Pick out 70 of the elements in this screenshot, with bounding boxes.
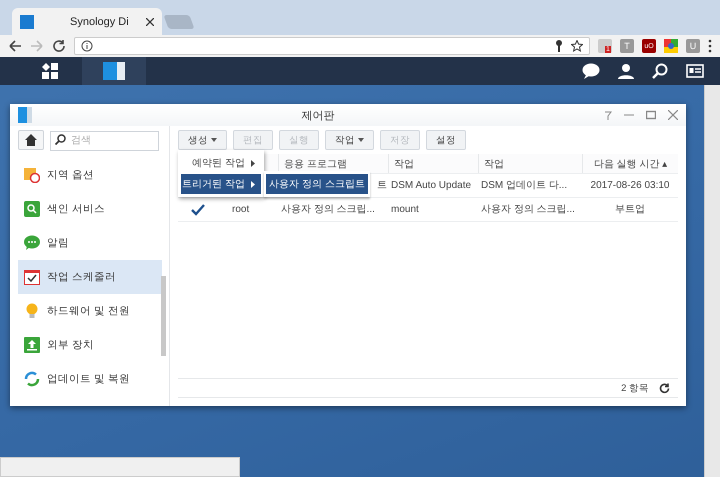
close-icon xyxy=(146,18,154,26)
submenu-arrow-icon xyxy=(251,180,255,188)
search-field[interactable]: 검색 xyxy=(50,130,159,150)
menu-item[interactable]: 사용자 정의 스크립트 xyxy=(266,174,368,194)
grid-icon xyxy=(42,63,58,79)
column-header[interactable]: 작업 xyxy=(478,154,582,173)
table-cell-text: root xyxy=(231,202,250,216)
upload-icon xyxy=(24,337,40,353)
map-clock-icon xyxy=(24,167,40,183)
extension-icon xyxy=(664,39,678,53)
sidebar-item[interactable]: 알림 xyxy=(18,226,162,260)
menu-icon xyxy=(708,39,712,53)
checkbox[interactable] xyxy=(191,202,205,216)
chat-icon xyxy=(24,235,40,251)
browser-tab[interactable]: Synology Di xyxy=(12,8,162,35)
info-icon xyxy=(81,40,93,52)
menu-item[interactable]: 트리거된 작업 xyxy=(181,174,261,194)
table-cell-text: 사용자 정의 스크립... xyxy=(280,202,376,216)
sidebar-item[interactable]: 외부 장치 xyxy=(18,328,162,362)
panel-icon xyxy=(18,107,32,123)
table-cell-text: 사용자 정의 스크립... xyxy=(480,202,576,216)
scrollbar-thumb[interactable] xyxy=(161,276,166,356)
table-cell-text: DSM 업데이트 다... xyxy=(480,178,568,192)
toolbar-button[interactable]: 작업 xyxy=(325,130,374,150)
key-icon xyxy=(555,40,563,52)
panel-icon xyxy=(103,62,125,80)
sidebar-item[interactable]: 업데이트 및 복원 xyxy=(18,362,162,396)
site-icon xyxy=(20,14,34,28)
caret-icon xyxy=(358,138,364,142)
refresh-icon xyxy=(659,382,670,394)
sidebar-item[interactable]: 색인 서비스 xyxy=(18,192,162,226)
id-card-icon xyxy=(686,64,704,78)
search-icon xyxy=(652,63,668,79)
submenu-arrow-icon xyxy=(251,160,255,166)
reload-icon xyxy=(52,39,66,53)
tab-title: Synology Di xyxy=(70,16,130,28)
calendar-check-icon xyxy=(24,269,40,285)
sidebar-item[interactable]: 작업 스케줄러 xyxy=(18,260,162,294)
control-panel-taskbar-button[interactable] xyxy=(82,57,146,85)
sidebar-item[interactable]: 하드웨어 및 전원 xyxy=(18,294,162,328)
table-cell-text: mount xyxy=(390,202,420,216)
back-icon xyxy=(8,39,22,53)
window-title: 제어판 xyxy=(300,108,336,122)
column-header[interactable]: 다음 실행 시간 ▴ xyxy=(582,154,678,173)
forward-icon xyxy=(30,39,44,53)
item-count: 2 항목 xyxy=(621,382,649,394)
home-icon xyxy=(25,134,37,146)
close-icon xyxy=(668,110,678,120)
star-icon xyxy=(571,40,583,52)
table-cell-text: 2017-08-26 03:10 xyxy=(590,178,670,192)
check-icon xyxy=(191,202,205,216)
table-cell-text: 부트업 xyxy=(614,202,646,216)
home-button[interactable] xyxy=(18,130,44,150)
toolbar-button[interactable]: 생성 xyxy=(178,130,227,150)
search-icon xyxy=(55,134,66,145)
menu-item[interactable]: 예약된 작업 xyxy=(181,153,261,173)
search-index-icon xyxy=(24,201,40,217)
sidebar-item[interactable]: 지역 옵션 xyxy=(18,158,162,192)
table-cell-text: 트 xyxy=(376,178,388,192)
scrollbar[interactable] xyxy=(704,85,720,477)
user-icon xyxy=(618,63,634,79)
table-cell-text: DSM Auto Update xyxy=(390,178,472,192)
address-field[interactable] xyxy=(74,37,590,55)
column-header[interactable]: 작업 xyxy=(388,154,478,173)
caret-icon xyxy=(211,138,217,142)
lightbulb-icon xyxy=(24,303,40,319)
sync-icon xyxy=(24,371,40,387)
toolbar-button[interactable]: 설정 xyxy=(426,130,466,150)
chat-icon xyxy=(582,63,600,79)
maximize-icon xyxy=(646,110,656,120)
